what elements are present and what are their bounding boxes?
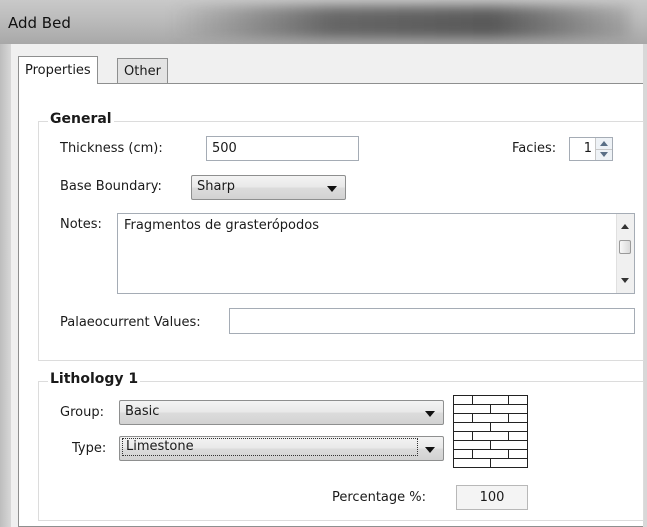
notes-label: Notes: [60,217,102,232]
type-label: Type: [72,441,107,456]
palaeocurrent-label: Palaeocurrent Values: [60,315,201,330]
spin-down-icon[interactable] [600,152,608,157]
base-boundary-select[interactable]: Sharp [191,175,346,200]
chevron-down-icon [327,186,337,192]
thickness-label: Thickness (cm): [60,141,163,156]
window-title: Add Bed [8,14,71,32]
spin-divider [596,149,612,150]
thickness-input[interactable] [206,136,359,161]
lithology-group-title: Lithology 1 [48,371,141,387]
general-group-title: General [48,111,114,127]
lithology-group-select[interactable]: Basic [119,400,444,425]
notes-textarea[interactable]: Fragmentos de grasterópodos [117,213,635,294]
base-boundary-label: Base Boundary: [60,179,162,194]
tab-other[interactable]: Other [117,58,168,83]
percentage-label: Percentage %: [332,490,426,505]
lithology-group-value: Basic [125,404,160,419]
notes-text: Fragmentos de grasterópodos [124,218,319,233]
dialog-client-area: Properties Other General Thickness (cm):… [11,44,644,527]
lithology-type-value: Limestone [122,438,418,456]
lithology-type-select[interactable]: Limestone [119,436,444,461]
chevron-down-icon [425,411,435,417]
notes-scrollbar[interactable] [616,214,634,293]
properties-tab-panel: General Thickness (cm): Facies: 1 Base B… [18,83,644,527]
facies-spinner[interactable]: 1 [569,137,613,161]
facies-spin-buttons[interactable] [595,138,612,160]
title-bar-shading [170,6,630,38]
facies-value: 1 [583,141,592,156]
group-label: Group: [60,405,104,420]
spin-up-icon[interactable] [600,141,608,146]
scroll-up-icon[interactable] [621,224,629,229]
scroll-down-icon[interactable] [621,278,629,283]
scroll-thumb[interactable] [619,240,631,254]
percentage-field[interactable]: 100 [456,485,528,510]
window-left-edge [0,44,11,527]
title-bar[interactable]: Add Bed [0,0,647,45]
limestone-brick-pattern-icon [453,395,528,468]
facies-label: Facies: [512,141,557,156]
tab-properties[interactable]: Properties [18,56,98,84]
palaeocurrent-input[interactable] [229,308,635,334]
chevron-down-icon [425,447,435,453]
base-boundary-value: Sharp [197,179,236,194]
brick-pattern-svg [454,396,527,467]
